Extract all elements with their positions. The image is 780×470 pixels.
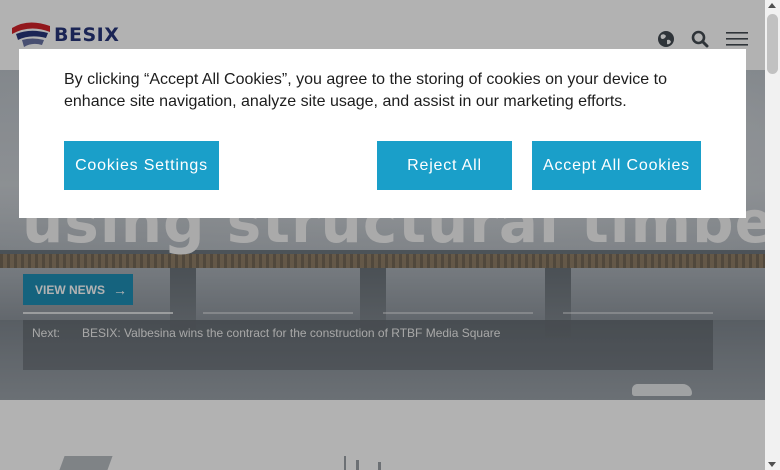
accept-all-cookies-button[interactable]: Accept All Cookies: [532, 141, 701, 190]
scrollbar-thumb[interactable]: [767, 14, 778, 74]
cookies-settings-button[interactable]: Cookies Settings: [64, 141, 219, 190]
reject-all-button[interactable]: Reject All: [377, 141, 512, 190]
scroll-up-arrow-icon[interactable]: [768, 3, 776, 8]
vertical-scrollbar[interactable]: [765, 0, 780, 470]
page: BESIX using structural timber VIEW NEWS …: [0, 0, 765, 470]
cookie-consent-dialog: By clicking “Accept All Cookies”, you ag…: [19, 49, 746, 218]
scroll-down-arrow-icon[interactable]: [768, 462, 776, 467]
cookie-consent-text: By clicking “Accept All Cookies”, you ag…: [64, 71, 667, 110]
